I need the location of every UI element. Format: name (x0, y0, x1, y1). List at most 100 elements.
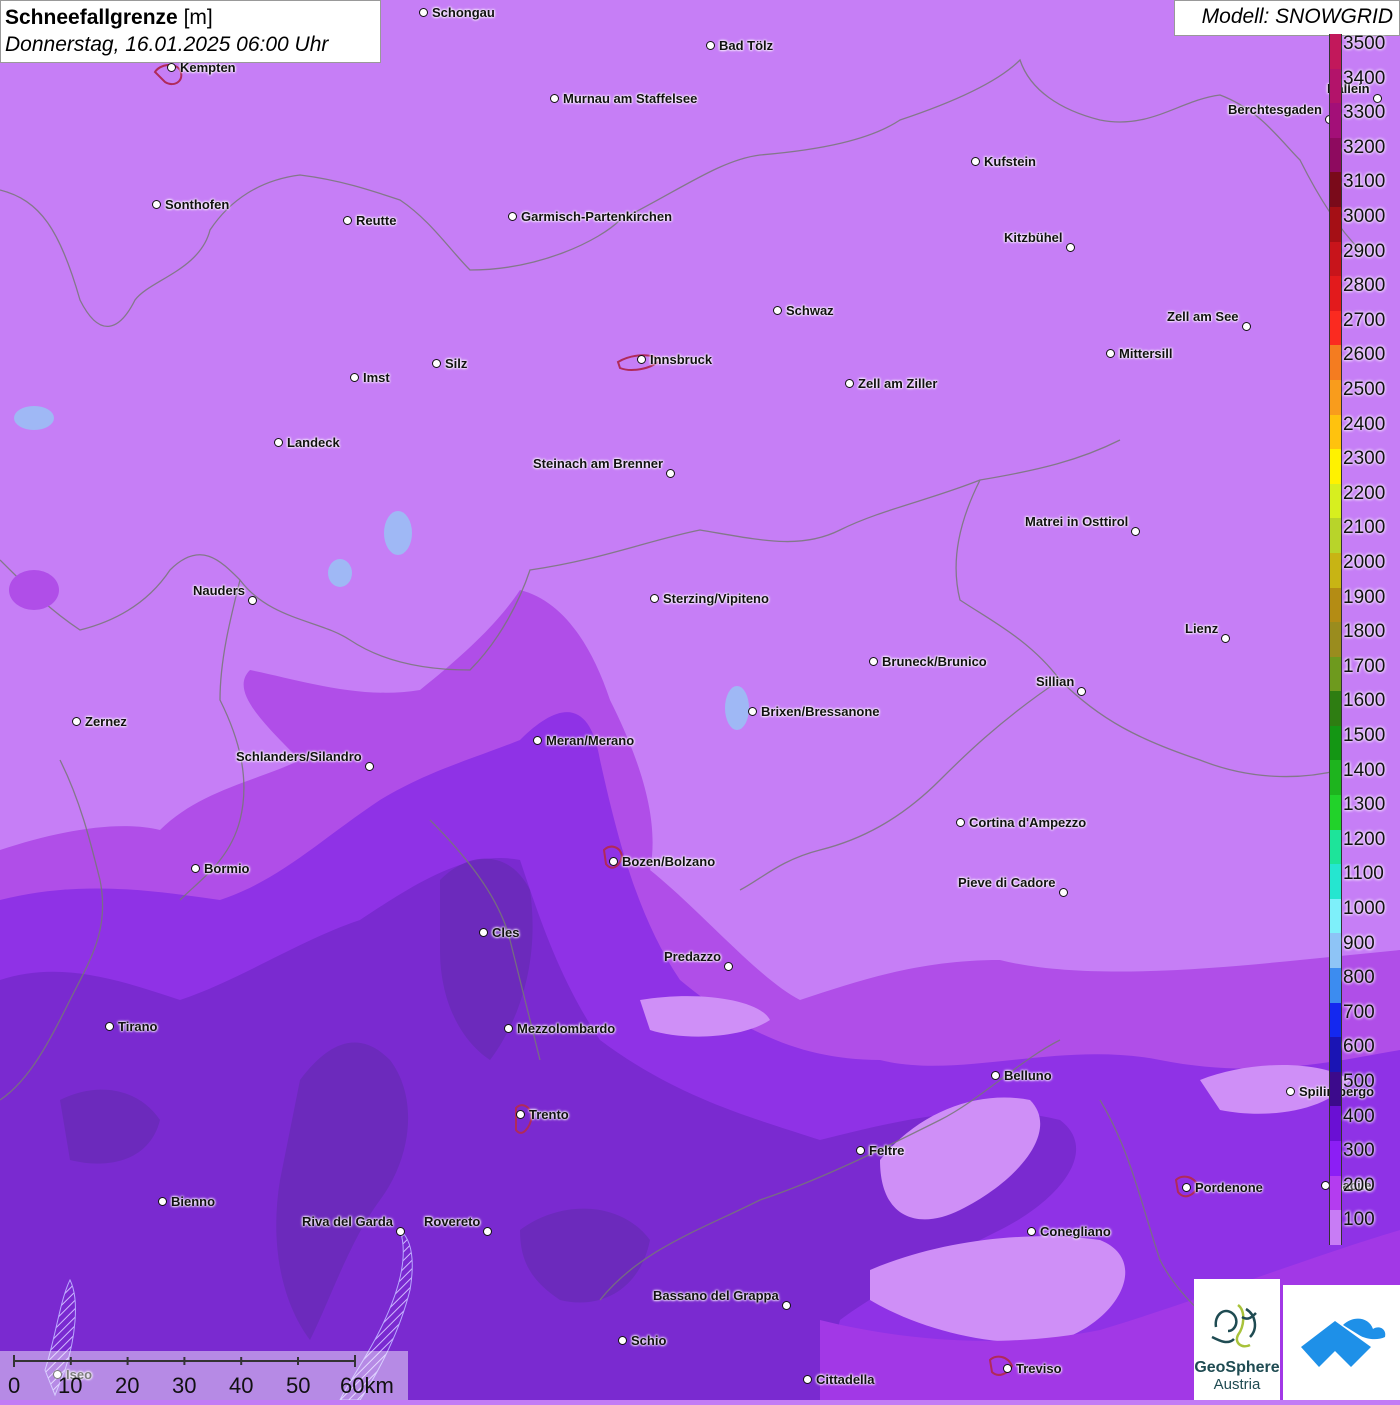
city-label: Mezzolombardo (517, 1021, 616, 1036)
legend-swatch (1329, 414, 1342, 450)
city-dot (1242, 322, 1251, 331)
legend-swatch (1329, 552, 1342, 588)
city-label: Murnau am Staffelsee (563, 91, 698, 106)
city-label: Pieve di Cadore (958, 875, 1056, 890)
city-label: Treviso (1016, 1361, 1062, 1376)
city-label: Trento (529, 1107, 569, 1122)
city-dot (803, 1375, 812, 1384)
city-dot (856, 1146, 865, 1155)
city-label: Rovereto (424, 1214, 481, 1229)
legend-swatch (1329, 310, 1342, 346)
legend-label: 3300 (1343, 102, 1386, 124)
legend-label: 1300 (1343, 794, 1386, 816)
city-label: Steinach am Brenner (533, 456, 664, 471)
city-label: Silz (445, 356, 468, 371)
legend-swatch (1329, 1210, 1342, 1245)
city-label: Schlanders/Silandro (236, 749, 362, 764)
legend-label: 2600 (1343, 344, 1386, 366)
city-dot (533, 736, 542, 745)
city-dot (1131, 527, 1140, 536)
legend-swatch (1329, 1175, 1342, 1211)
title-box: Schneefallgrenze [m] Donnerstag, 16.01.2… (0, 0, 381, 63)
city-label: Conegliano (1040, 1224, 1111, 1239)
legend-label: 2500 (1343, 379, 1386, 400)
city-label: Garmisch-Partenkirchen (521, 209, 673, 224)
legend-label: 1100 (1343, 863, 1384, 885)
legend-label: 2800 (1343, 275, 1386, 297)
legend-swatch (1329, 1106, 1342, 1141)
city-label: Lienz (1185, 621, 1219, 636)
legend-label: 2400 (1343, 413, 1386, 435)
city-dot (419, 8, 428, 17)
city-dot (773, 306, 782, 315)
city-dot (666, 469, 675, 478)
city-dot (105, 1022, 114, 1031)
city-label: Kempten (180, 60, 236, 75)
map-datetime: Donnerstag, 16.01.2025 06:00 Uhr (5, 33, 329, 56)
legend-label: 200 (1343, 1174, 1375, 1196)
city-label: Belluno (1004, 1068, 1052, 1083)
city-label: Bad Tölz (719, 38, 774, 53)
legend-swatch (1329, 345, 1342, 380)
legend-swatch (1329, 760, 1342, 796)
city-dot (1182, 1183, 1191, 1192)
legend-label: 3500 (1343, 33, 1386, 54)
legend-label: 1000 (1343, 898, 1386, 919)
legend-label: 400 (1343, 1105, 1375, 1127)
city-label: Schongau (432, 5, 495, 20)
legend-swatch (1329, 829, 1342, 865)
scale-bar: 0 10 20 30 40 50 60km (0, 1351, 408, 1400)
legend-swatch (1329, 276, 1342, 311)
legend-label: 2000 (1343, 552, 1386, 573)
legend-label: 800 (1343, 967, 1375, 989)
city-label: Innsbruck (650, 352, 713, 367)
legend-swatch (1329, 34, 1342, 69)
legend-swatch (1329, 518, 1342, 553)
city-label: Pordenone (1195, 1180, 1263, 1195)
legend-swatch (1329, 933, 1342, 969)
legend-swatch (1329, 449, 1342, 484)
city-label: Zernez (85, 714, 127, 729)
city-dot (845, 379, 854, 388)
legend-swatch (1329, 656, 1342, 692)
legend-swatch (1329, 691, 1342, 726)
legend-swatch (1329, 968, 1342, 1003)
legend-label: 2300 (1343, 448, 1386, 470)
city-label: Sillian (1036, 674, 1075, 689)
city-label: Schwaz (786, 303, 834, 318)
legend-label: 100 (1343, 1209, 1375, 1231)
city-dot (1027, 1227, 1036, 1236)
legend-swatch (1329, 483, 1342, 519)
city-label: Mittersill (1119, 346, 1173, 361)
city-label: Zell am Ziller (858, 376, 938, 391)
logo-line2: Austria (1213, 1376, 1261, 1393)
city-label: Bozen/Bolzano (622, 854, 716, 869)
model-label: Modell: SNOWGRID (1174, 0, 1400, 36)
legend-swatch (1329, 241, 1342, 277)
legend-label: 1900 (1343, 586, 1386, 608)
legend-swatch (1329, 1037, 1342, 1072)
scale-tick-label: 60km (340, 1373, 394, 1398)
legend-label: 2200 (1343, 482, 1386, 504)
legend-swatch (1329, 206, 1342, 242)
city-label: Zell am See (1167, 309, 1239, 324)
color-legend (1329, 34, 1343, 1245)
legend-swatch (1329, 795, 1342, 830)
legend-swatch (1329, 622, 1342, 657)
geosphere-emblem-icon (1211, 1304, 1257, 1348)
parameter-name: Schneefallgrenze (5, 6, 178, 29)
city-dot (650, 594, 659, 603)
geosphere-logo: GeoSphere Austria (1194, 1279, 1280, 1400)
city-label: Sonthofen (165, 197, 230, 212)
city-dot (504, 1024, 513, 1033)
legend-swatch (1329, 172, 1342, 207)
legend-label: 900 (1343, 932, 1375, 954)
legend-label: 2700 (1343, 309, 1386, 331)
legend-label: 1600 (1343, 690, 1386, 712)
city-label: Bruneck/Brunico (882, 654, 987, 669)
scale-tick-label: 40 (229, 1373, 254, 1398)
legend-label: 3100 (1343, 171, 1386, 193)
legend-label: 1200 (1343, 828, 1386, 850)
city-dot (971, 157, 980, 166)
city-label: Cortina d'Ampezzo (969, 815, 1087, 830)
